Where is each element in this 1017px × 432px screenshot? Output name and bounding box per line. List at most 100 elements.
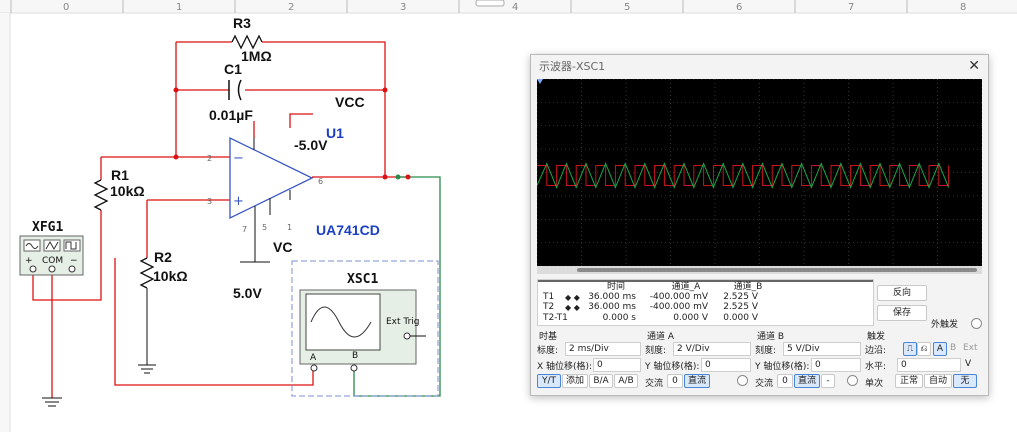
meas-row-label: T2 [543,302,555,312]
xsc1-ext-trig: Ext Trig [386,317,420,327]
r1-name: R1 [111,167,129,183]
xfg1-name: XFG1 [32,220,63,235]
meas-time: 0.000 s [602,313,636,323]
ab-button[interactable]: A/B [614,374,638,388]
timebase-title: 时基 [539,332,558,342]
meas-row-delta: T2-T1 0.000 s 0.000 V 0.000 V [538,313,873,324]
trigger-level-field[interactable]: 0 [897,358,961,372]
left-ruler [0,13,11,432]
measurement-table: 时间 通道_A 通道_B T1 ◆ ◆ 36.000 ms -400.000 m… [537,279,874,326]
ruler-mark-6: 6 [736,2,742,13]
auto-button[interactable]: 自动 [924,374,952,388]
oscilloscope-xsc1[interactable]: XSC1 Ext Trig A B [291,260,439,397]
xfg1-com: COM [42,256,63,266]
none-button[interactable]: 无 [953,374,977,388]
channel-a-trace [537,165,950,186]
cursor-arrows-icon[interactable]: ◆ ◆ [565,302,580,313]
function-generator-xfg1[interactable]: XFG1 + COM − [19,220,84,276]
svg-text:+: + [233,194,244,209]
chb-zero-button[interactable]: 0 [777,374,793,388]
chb-minus-button[interactable]: - [821,374,835,388]
timebase-scale-field[interactable]: 2 ms/Div [565,342,641,356]
timebase-panel: 时基 标度: 2 ms/Div X 轴位移(格): 0 Y/T 添加 B/A A… [537,329,641,393]
trigger-level-label: 水平: [865,362,887,372]
cha-dc-button[interactable]: 直流 [684,374,710,388]
vc-label: VC [273,239,292,255]
chb-radio[interactable] [847,375,858,386]
cha-ypos-field[interactable]: 0 [701,358,751,372]
resistor-r2[interactable]: R2 10kΩ [139,249,188,365]
ground-icon [42,397,62,407]
u1-model: UA741CD [316,222,380,238]
rising-edge-icon[interactable]: ⎍ [903,342,917,356]
r3-name: R3 [233,15,251,31]
junction-dots [173,87,411,180]
chb-ac-label: 交流 [755,379,774,389]
scope-titlebar[interactable]: 示波器-XSC1 ✕ [531,55,988,77]
chb-ypos-field[interactable]: 0 [811,358,861,372]
trigger-b-button[interactable]: B [950,343,956,353]
scope-screen[interactable] [536,78,983,267]
timebase-xpos-field[interactable]: 0 [593,358,641,372]
cha-radio[interactable] [737,375,748,386]
oscilloscope-window[interactable]: 示波器-XSC1 ✕ 时间 通道_A 通道_B T1 ◆ ◆ 36.000 ms… [530,54,989,396]
capacitor-c1[interactable]: C1 0.01µF [209,61,253,123]
channel-b-panel: 通道 B 刻度: 5 V/Div Y 轴位移(格): 0 交流 0 直流 - [755,329,861,393]
trigger-a-button[interactable]: A [933,342,947,356]
supply-5v-label: 5.0V [233,285,262,301]
ruler-mark-4: 4 [512,2,518,13]
cha-scale-field[interactable]: 2 V/Div [673,342,751,356]
timebase-scale-label: 标度: [537,346,559,356]
trigger-ext-button[interactable]: Ext [963,343,978,353]
ruler-mark-2: 2 [288,2,294,13]
meas-cha: -400.000 mV [649,302,708,312]
meas-time: 36.000 ms [588,302,636,312]
r1-value: 10kΩ [110,183,145,199]
save-button[interactable]: 保存 [877,305,927,321]
chb-dc-button[interactable]: 直流 [794,374,820,388]
ruler-mark-5: 5 [624,2,630,13]
ruler-mark-8: 8 [960,2,966,13]
c1-name: C1 [224,61,242,77]
trigger-level-unit: V [965,359,972,369]
cha-zero-button[interactable]: 0 [667,374,683,388]
ext-trigger-radio[interactable] [971,318,982,329]
falling-edge-icon[interactable]: ⎌ [917,342,931,356]
reverse-button[interactable]: 反向 [877,285,927,301]
top-ruler: 0 1 2 3 4 5 6 7 8 [0,0,1017,14]
xfg1-minus: − [70,256,78,266]
ruler-mark-7: 7 [848,2,854,13]
xsc1-a: A [310,353,317,363]
pin-3: 3 [207,197,212,206]
xsc1-b: B [352,351,358,361]
cha-ypos-label: Y 轴位移(格): [645,362,700,372]
channel-a-panel: 通道 A 刻度: 2 V/Div Y 轴位移(格): 0 交流 0 直流 [645,329,751,393]
ba-button[interactable]: B/A [589,374,613,388]
r3-value: 1MΩ [241,48,272,64]
timebase-xpos-label: X 轴位移(格): [537,362,593,372]
c1-value: 0.01µF [209,107,253,123]
scope-display [536,78,983,267]
yt-button[interactable]: Y/T [537,374,561,388]
ruler-mark-3: 3 [400,2,406,13]
xsc1-name: XSC1 [347,272,378,287]
vcc-label: VCC [335,94,365,110]
scope-title: 示波器-XSC1 [539,60,606,73]
add-button[interactable]: 添加 [562,374,588,388]
horizontal-scrollbar[interactable] [537,266,982,274]
ruler-mark-0: 0 [63,2,69,13]
pin-6: 6 [318,177,323,186]
pin-7: 7 [242,225,247,234]
cha-scale-label: 刻度: [645,346,667,356]
trigger-panel: 触发 边沿: ⎍ ⎌ A B Ext 水平: 0 V 单次 正常 自动 无 [865,329,983,393]
normal-button[interactable]: 正常 [895,374,923,388]
ruler-mark-1: 1 [176,2,182,13]
chb-scale-field[interactable]: 5 V/Div [783,342,861,356]
resistor-r1[interactable]: R1 10kΩ [93,167,145,211]
single-button[interactable]: 单次 [865,376,883,389]
close-icon[interactable]: ✕ [968,58,980,74]
u1-name: U1 [326,125,344,141]
trigger-title: 触发 [867,332,886,342]
svg-text:−: − [233,151,244,166]
resistor-r3[interactable]: R3 1MΩ [231,15,272,64]
